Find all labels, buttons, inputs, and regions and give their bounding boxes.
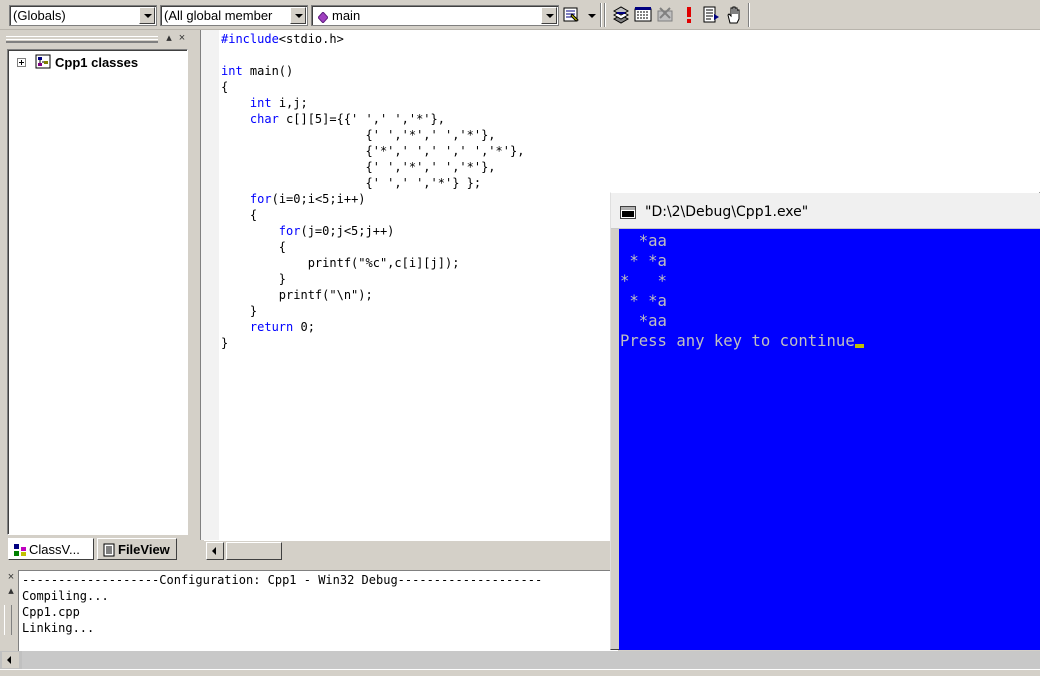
code-keyword: for bbox=[249, 192, 272, 206]
tab-fileview-label: FileView bbox=[118, 542, 170, 557]
console-body[interactable]: *aa * *a * * * *a *aa Press any key to con… bbox=[619, 229, 1040, 650]
code-line[interactable]: int i,j; bbox=[221, 95, 524, 111]
code-line[interactable]: { bbox=[221, 79, 524, 95]
console-window[interactable]: "D:\2\Debug\Cpp1.exe" *aa * *a * * * *a *… bbox=[610, 192, 1040, 650]
output-line: Compiling... bbox=[22, 589, 109, 603]
tree-root-label[interactable]: Cpp1 classes bbox=[55, 55, 138, 70]
output-window[interactable]: -------------------Configuration: Cpp1 -… bbox=[18, 570, 618, 652]
output-line: Linking... bbox=[22, 621, 95, 635]
class-tree[interactable]: Cpp1 classes bbox=[7, 49, 188, 535]
code-line[interactable]: {' ',' ','*'} }; bbox=[221, 175, 524, 191]
code-line[interactable]: {' ','*',' ','*'}, bbox=[221, 159, 524, 175]
code-line[interactable]: {'*',' ',' ',' ','*'}, bbox=[221, 143, 524, 159]
code-line[interactable]: return 0; bbox=[221, 319, 524, 335]
code-line[interactable]: printf("\n"); bbox=[221, 287, 524, 303]
console-app-icon[interactable] bbox=[620, 206, 636, 219]
code-keyword: for bbox=[278, 224, 301, 238]
console-line: Press any key to continue bbox=[620, 331, 864, 351]
members-combo-value: (All global member bbox=[164, 8, 273, 23]
output-maximize-icon[interactable]: ▴ bbox=[5, 586, 17, 598]
console-output-text: *aa * *a * * * *a *aa Press any key to con… bbox=[620, 231, 864, 351]
console-line: * * bbox=[620, 272, 667, 290]
execute-icon[interactable] bbox=[679, 5, 699, 25]
scope-combo[interactable]: (Globals) bbox=[9, 5, 157, 26]
wizard-toolbar: (Globals) (All global member main bbox=[0, 0, 1040, 30]
fileview-icon bbox=[102, 543, 116, 557]
scope-combo-value: (Globals) bbox=[13, 8, 66, 23]
code-line[interactable]: } bbox=[221, 271, 524, 287]
code-line[interactable]: {' ','*',' ','*'}, bbox=[221, 127, 524, 143]
code-keyword: int bbox=[249, 96, 272, 110]
console-cursor bbox=[854, 344, 864, 348]
output-line: -------------------Configuration: Cpp1 -… bbox=[22, 573, 543, 587]
code-line[interactable] bbox=[221, 47, 524, 63]
pane-close-icon[interactable]: × bbox=[176, 33, 188, 45]
code-text[interactable]: #include<stdio.h> int main(){ int i,j; ch… bbox=[221, 31, 524, 351]
pane-grip bbox=[6, 39, 158, 42]
console-line: * *a bbox=[620, 252, 667, 270]
code-line[interactable]: } bbox=[221, 303, 524, 319]
toolbar-separator bbox=[748, 3, 750, 27]
output-close-icon[interactable]: × bbox=[5, 572, 17, 584]
scroll-track[interactable] bbox=[22, 651, 1040, 669]
code-keyword: return bbox=[249, 320, 294, 334]
code-line[interactable]: for(j=0;j<5;j++) bbox=[221, 223, 524, 239]
code-line[interactable]: printf("%c",c[i][j]); bbox=[221, 255, 524, 271]
build-icon[interactable] bbox=[633, 5, 653, 25]
tab-classview-label: ClassV... bbox=[29, 542, 80, 557]
console-title: "D:\2\Debug\Cpp1.exe" bbox=[645, 204, 809, 220]
function-diamond-icon bbox=[317, 11, 329, 26]
code-keyword: int bbox=[221, 64, 243, 78]
output-line: Cpp1.cpp bbox=[22, 605, 80, 619]
console-line: *aa bbox=[620, 232, 667, 250]
function-combo[interactable]: main bbox=[311, 5, 559, 26]
members-combo-dropdown-button[interactable] bbox=[290, 7, 306, 24]
code-keyword: #include bbox=[221, 32, 279, 46]
code-line[interactable]: int main() bbox=[221, 63, 524, 79]
function-combo-dropdown-button[interactable] bbox=[541, 7, 557, 24]
output-text: -------------------Configuration: Cpp1 -… bbox=[22, 572, 542, 636]
scroll-thumb[interactable] bbox=[226, 542, 282, 560]
tab-fileview[interactable]: FileView bbox=[97, 538, 177, 560]
console-title-bar[interactable]: "D:\2\Debug\Cpp1.exe" bbox=[611, 193, 1040, 229]
status-bar bbox=[0, 669, 1040, 676]
scroll-left-arrow-icon[interactable] bbox=[2, 652, 19, 668]
code-line[interactable]: #include<stdio.h> bbox=[221, 31, 524, 47]
classview-icon bbox=[13, 543, 27, 557]
breakpoint-hand-icon[interactable] bbox=[724, 5, 744, 25]
workspace-pane: ▴ × Cpp1 classes ClassV... FileView bbox=[0, 30, 196, 564]
go-icon[interactable] bbox=[701, 5, 721, 25]
code-line[interactable]: { bbox=[221, 207, 524, 223]
console-line: *aa bbox=[620, 312, 667, 330]
output-grip[interactable] bbox=[4, 605, 12, 635]
wizard-bar-actions-icon[interactable] bbox=[562, 5, 582, 25]
code-line[interactable]: char c[][5]={{' ',' ','*'}, bbox=[221, 111, 524, 127]
code-line[interactable]: { bbox=[221, 239, 524, 255]
code-line[interactable]: } bbox=[221, 335, 524, 351]
scope-combo-dropdown-button[interactable] bbox=[139, 7, 155, 24]
console-line: * *a bbox=[620, 292, 667, 310]
tree-expand-icon[interactable] bbox=[17, 58, 26, 67]
editor-gutter[interactable] bbox=[201, 30, 219, 540]
scroll-left-arrow-icon[interactable] bbox=[206, 542, 224, 560]
members-combo[interactable]: (All global member bbox=[160, 5, 308, 26]
wizard-bar-dropdown-icon[interactable] bbox=[582, 5, 596, 25]
tab-classview[interactable]: ClassV... bbox=[8, 538, 94, 560]
classes-folder-icon bbox=[35, 54, 51, 70]
toolbar-separator bbox=[600, 3, 602, 27]
function-combo-value: main bbox=[332, 8, 361, 23]
stop-build-icon[interactable] bbox=[655, 5, 675, 25]
output-horizontal-scrollbar[interactable] bbox=[0, 651, 1040, 669]
code-line[interactable]: for(i=0;i<5;i++) bbox=[221, 191, 524, 207]
code-keyword: char bbox=[249, 112, 279, 126]
compile-icon[interactable] bbox=[611, 5, 631, 25]
pane-maximize-icon[interactable]: ▴ bbox=[163, 33, 175, 45]
toolbar-separator bbox=[604, 3, 606, 27]
